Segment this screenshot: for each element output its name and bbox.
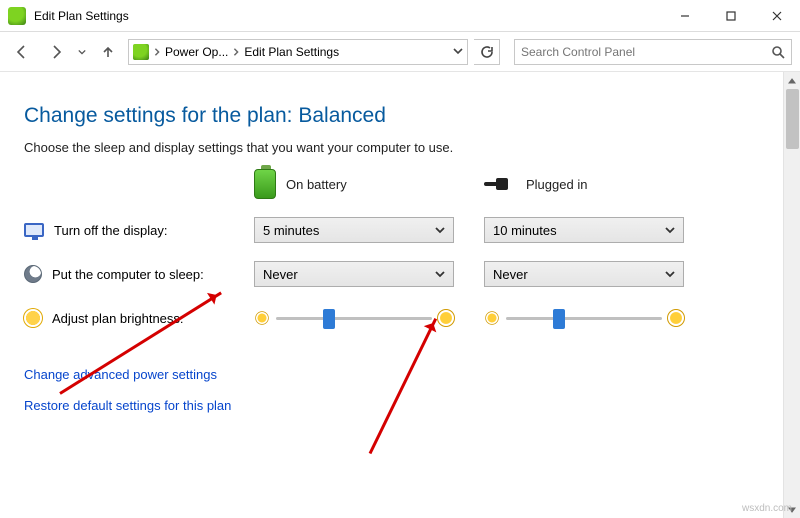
sun-dim-icon: [256, 312, 268, 324]
chevron-right-icon: [153, 45, 161, 59]
sun-bright-icon: [668, 310, 684, 326]
sleep-battery-value: Never: [263, 267, 298, 282]
chevron-down-icon: [435, 269, 445, 279]
display-battery-dropdown[interactable]: 5 minutes: [254, 217, 454, 243]
refresh-button[interactable]: [474, 39, 500, 65]
vertical-scrollbar[interactable]: [783, 72, 800, 518]
search-box[interactable]: [514, 39, 792, 65]
row-label-sleep: Put the computer to sleep:: [24, 265, 254, 283]
chevron-down-icon: [665, 269, 675, 279]
history-dropdown[interactable]: [76, 38, 88, 66]
display-plugged-dropdown[interactable]: 10 minutes: [484, 217, 684, 243]
close-button[interactable]: [754, 0, 800, 31]
search-icon: [771, 45, 785, 59]
sleep-plugged-value: Never: [493, 267, 528, 282]
row-label-brightness-text: Adjust plan brightness:: [52, 311, 184, 326]
forward-button[interactable]: [42, 38, 70, 66]
address-icon: [133, 44, 149, 60]
annotation-arrow: [369, 318, 437, 454]
column-header-battery-label: On battery: [286, 177, 347, 192]
plug-icon: [484, 176, 516, 192]
row-label-display: Turn off the display:: [24, 223, 254, 238]
content-area: Change settings for the plan: Balanced C…: [0, 72, 800, 518]
sleep-battery-dropdown[interactable]: Never: [254, 261, 454, 287]
address-bar[interactable]: Power Op... Edit Plan Settings: [128, 39, 468, 65]
link-restore-defaults[interactable]: Restore default settings for this plan: [24, 398, 776, 413]
window-title: Edit Plan Settings: [34, 9, 662, 23]
moon-icon: [24, 265, 42, 283]
row-label-brightness: Adjust plan brightness:: [24, 309, 254, 327]
chevron-down-icon: [665, 225, 675, 235]
column-header-plugged-label: Plugged in: [526, 177, 587, 192]
display-plugged-value: 10 minutes: [493, 223, 557, 238]
watermark: wsxdn.com: [742, 503, 792, 514]
up-button[interactable]: [94, 38, 122, 66]
address-history-dropdown[interactable]: [453, 45, 463, 59]
page-description: Choose the sleep and display settings th…: [24, 140, 776, 155]
scroll-up-button[interactable]: [784, 72, 800, 89]
navigation-toolbar: Power Op... Edit Plan Settings: [0, 32, 800, 72]
display-icon: [24, 223, 44, 237]
sleep-plugged-dropdown[interactable]: Never: [484, 261, 684, 287]
app-icon: [8, 7, 26, 25]
search-input[interactable]: [521, 45, 771, 59]
column-header-battery: On battery: [254, 169, 454, 199]
chevron-right-icon: [232, 45, 240, 59]
minimize-button[interactable]: [662, 0, 708, 31]
breadcrumb-parent[interactable]: Power Op...: [165, 45, 228, 59]
chevron-down-icon: [435, 225, 445, 235]
brightness-battery-slider[interactable]: [254, 305, 454, 331]
row-label-sleep-text: Put the computer to sleep:: [52, 267, 204, 282]
maximize-button[interactable]: [708, 0, 754, 31]
scroll-thumb[interactable]: [786, 89, 799, 149]
brightness-plugged-slider[interactable]: [484, 305, 684, 331]
sun-icon: [24, 309, 42, 327]
battery-icon: [254, 169, 276, 199]
link-advanced-settings[interactable]: Change advanced power settings: [24, 367, 776, 382]
page-title: Change settings for the plan: Balanced: [24, 104, 776, 128]
display-battery-value: 5 minutes: [263, 223, 319, 238]
breadcrumb-current[interactable]: Edit Plan Settings: [244, 45, 339, 59]
sun-dim-icon: [486, 312, 498, 324]
title-bar: Edit Plan Settings: [0, 0, 800, 32]
column-header-plugged: Plugged in: [484, 176, 684, 192]
row-label-display-text: Turn off the display:: [54, 223, 167, 238]
back-button[interactable]: [8, 38, 36, 66]
